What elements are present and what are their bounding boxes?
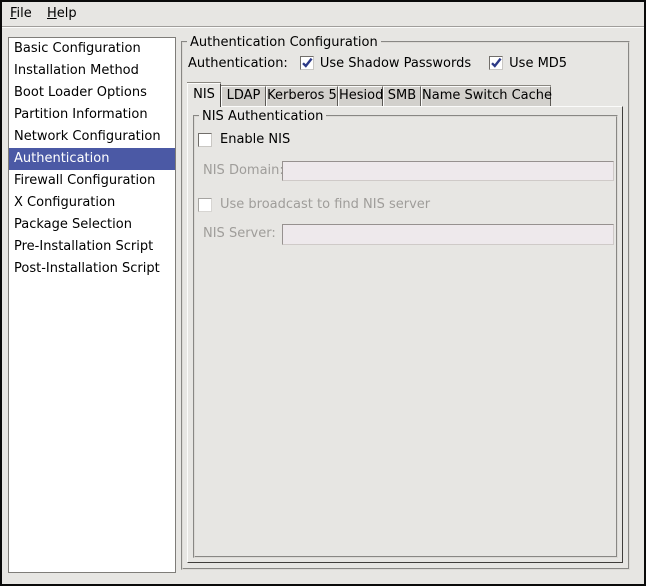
authentication-configuration-frame: Authentication Configuration Authenticat… bbox=[181, 41, 630, 570]
checkmark-icon bbox=[301, 57, 313, 69]
enable-nis-label: Enable NIS bbox=[220, 132, 290, 147]
sidebar-item-network-configuration[interactable]: Network Configuration bbox=[9, 126, 175, 148]
frame-title: Authentication Configuration bbox=[187, 35, 381, 50]
sidebar-item-firewall-configuration[interactable]: Firewall Configuration bbox=[9, 170, 175, 192]
nis-server-label: NIS Server: bbox=[203, 226, 276, 241]
auth-tab-strip: NIS LDAP Kerberos 5 Hesiod SMB Name Swit… bbox=[187, 83, 551, 106]
sidebar-item-authentication[interactable]: Authentication bbox=[9, 148, 175, 170]
tab-ldap[interactable]: LDAP bbox=[221, 86, 266, 106]
tab-kerberos-5[interactable]: Kerberos 5 bbox=[266, 86, 338, 106]
tab-nis[interactable]: NIS bbox=[187, 83, 221, 107]
sidebar-item-basic-configuration[interactable]: Basic Configuration bbox=[9, 38, 175, 60]
sidebar-item-x-configuration[interactable]: X Configuration bbox=[9, 192, 175, 214]
use-broadcast-label: Use broadcast to find NIS server bbox=[220, 197, 430, 212]
menu-file[interactable]: File bbox=[4, 2, 38, 26]
authentication-options-row: Authentication: Use Shadow Passwords Use… bbox=[188, 54, 567, 72]
kickstart-configurator-window: File Help Basic Configuration Installati… bbox=[0, 0, 646, 586]
use-shadow-passwords-label: Use Shadow Passwords bbox=[320, 56, 471, 71]
category-list: Basic Configuration Installation Method … bbox=[8, 37, 176, 573]
sidebar-item-partition-information[interactable]: Partition Information bbox=[9, 104, 175, 126]
tab-name-switch-cache[interactable]: Name Switch Cache bbox=[421, 86, 551, 106]
nis-server-input bbox=[282, 224, 614, 245]
use-md5-label: Use MD5 bbox=[509, 56, 567, 71]
use-md5-checkbox[interactable] bbox=[489, 56, 503, 70]
tab-smb[interactable]: SMB bbox=[383, 86, 421, 106]
nis-tab-page: NIS Authentication Enable NIS NIS Domain… bbox=[187, 106, 623, 563]
menubar: File Help bbox=[2, 2, 644, 26]
sidebar-item-boot-loader-options[interactable]: Boot Loader Options bbox=[9, 82, 175, 104]
sidebar-item-package-selection[interactable]: Package Selection bbox=[9, 214, 175, 236]
sidebar-item-post-installation-script[interactable]: Post-Installation Script bbox=[9, 258, 175, 280]
tab-hesiod[interactable]: Hesiod bbox=[338, 86, 383, 106]
use-shadow-passwords-checkbox[interactable] bbox=[300, 56, 314, 70]
menu-help[interactable]: Help bbox=[41, 2, 83, 26]
nis-domain-input bbox=[282, 161, 614, 181]
enable-nis-checkbox[interactable] bbox=[198, 133, 212, 147]
nis-authentication-frame: NIS Authentication Enable NIS NIS Domain… bbox=[193, 115, 618, 558]
use-broadcast-checkbox bbox=[198, 198, 212, 212]
sidebar-item-pre-installation-script[interactable]: Pre-Installation Script bbox=[9, 236, 175, 258]
authentication-label: Authentication: bbox=[188, 56, 288, 71]
frame-title: NIS Authentication bbox=[199, 109, 326, 124]
nis-domain-label: NIS Domain: bbox=[203, 163, 284, 178]
checkmark-icon bbox=[490, 57, 502, 69]
menubar-separator bbox=[2, 26, 644, 28]
sidebar-item-installation-method[interactable]: Installation Method bbox=[9, 60, 175, 82]
